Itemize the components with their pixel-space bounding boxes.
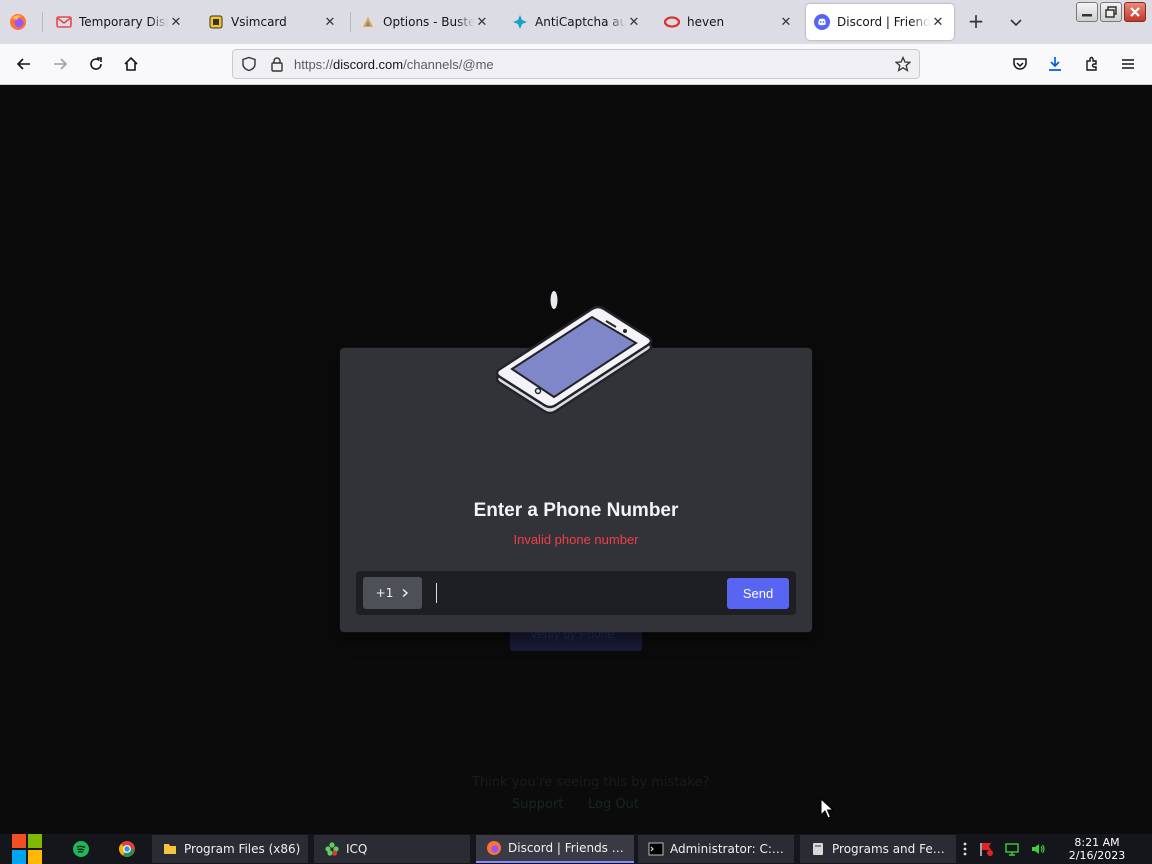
tab-bar: Temporary Disposable Email ✕ Vsimcard ✕ … [0, 0, 1152, 44]
phone-input-group: +1 Send [356, 571, 796, 615]
restore-icon[interactable] [1100, 2, 1122, 22]
windows-taskbar: Program Files (x86) ICQ Discord | Friend… [0, 834, 1152, 864]
flag-icon[interactable] [978, 841, 994, 857]
phone-illustration [495, 291, 653, 415]
tab-title: Temporary Disposable Email [79, 15, 168, 29]
tab-discord-friends[interactable]: Discord | Friends ✕ [806, 4, 954, 40]
taskbar-label: ICQ [346, 842, 368, 856]
phone-number-input[interactable] [436, 583, 437, 603]
mouse-pointer-icon [820, 798, 834, 819]
new-tab-icon[interactable]: + [964, 10, 988, 34]
discord-page: Verify by Phone Think you're seeing this… [0, 85, 1152, 834]
tab-close-icon[interactable]: ✕ [168, 15, 184, 30]
tab-close-icon[interactable]: ✕ [626, 15, 642, 30]
chevron-right-icon [402, 588, 409, 598]
heven-icon [664, 14, 680, 30]
system-tray [962, 834, 1046, 864]
shield-icon[interactable] [241, 56, 257, 72]
background-support-link: Support [512, 797, 564, 812]
pocket-icon[interactable] [1008, 52, 1032, 76]
icq-icon [325, 842, 339, 856]
tab-title: Discord | Friends [837, 15, 930, 29]
extensions-icon[interactable] [1080, 52, 1104, 76]
forward-icon[interactable] [48, 52, 72, 76]
tab-title: heven [687, 15, 725, 29]
tab-close-icon[interactable]: ✕ [474, 15, 490, 30]
programs-icon [813, 843, 823, 855]
modal-title: Enter a Phone Number [473, 500, 679, 521]
tab-separator [42, 12, 43, 32]
tab-options-buster[interactable]: Options - Buster ✕ [352, 4, 498, 40]
firefox-icon[interactable] [8, 12, 28, 32]
taskbar-item-cmd[interactable]: Administrator: C:\Windows\system32\cmd.e… [638, 835, 794, 863]
windows-start-icon[interactable] [10, 834, 44, 864]
folder-icon [164, 844, 176, 854]
close-window-icon[interactable] [1124, 2, 1146, 22]
anticaptcha-icon [512, 14, 528, 30]
firefox-icon [487, 841, 501, 855]
back-icon[interactable] [12, 52, 36, 76]
taskbar-label: Program Files (x86) [184, 842, 301, 856]
taskbar-label: Programs and Features [832, 842, 950, 856]
taskbar-item-firefox[interactable]: Discord | Friends — Mozilla Firefox [476, 835, 634, 863]
tab-title: Vsimcard [231, 15, 287, 29]
star-icon[interactable] [895, 56, 911, 72]
clock[interactable]: 8:21 AM 2/16/2023 [1064, 836, 1130, 862]
clock-time: 8:21 AM [1074, 836, 1120, 849]
buster-icon [360, 14, 376, 30]
discord-icon [814, 14, 830, 30]
tab-close-icon[interactable]: ✕ [778, 15, 794, 30]
tab-title: AntiCaptcha automatic [535, 15, 626, 29]
country-code-selector[interactable]: +1 [363, 577, 422, 609]
tab-anticaptcha[interactable]: AntiCaptcha automatic ✕ [504, 4, 650, 40]
url-scheme: https:// [294, 57, 334, 72]
mail-icon [56, 14, 72, 30]
country-code: +1 [375, 586, 394, 600]
taskbar-item-programs[interactable]: Programs and Features [800, 835, 956, 863]
tab-temporary-email[interactable]: Temporary Disposable Email ✕ [48, 4, 192, 40]
download-icon[interactable] [1043, 52, 1067, 76]
window-controls [1076, 2, 1146, 22]
more-vertical-icon[interactable] [962, 841, 968, 857]
taskbar-label: Administrator: C:\Windows\system32\cmd.e… [670, 842, 784, 856]
volume-icon[interactable] [1030, 841, 1046, 857]
minimize-icon[interactable] [1076, 2, 1098, 22]
url-text[interactable]: https://discord.com/channels/@me [294, 57, 494, 72]
spotify-icon[interactable] [72, 840, 90, 858]
url-bar[interactable]: https://discord.com/channels/@me [232, 49, 920, 79]
reload-icon[interactable] [84, 52, 108, 76]
navigation-bar: https://discord.com/channels/@me [0, 44, 1152, 85]
taskbar-label: Discord | Friends — Mozilla Firefox [508, 841, 630, 855]
tab-heven[interactable]: heven ✕ [656, 4, 802, 40]
url-host: discord.com [333, 57, 404, 72]
tab-vsimcard[interactable]: Vsimcard ✕ [200, 4, 346, 40]
background-footer-text: Think you're seeing this by mistake? [472, 775, 710, 790]
lock-icon[interactable] [269, 56, 285, 72]
tab-close-icon[interactable]: ✕ [322, 15, 338, 30]
clock-date: 2/16/2023 [1068, 849, 1126, 862]
menu-icon[interactable] [1116, 52, 1140, 76]
chrome-icon[interactable] [118, 840, 136, 858]
error-message: Invalid phone number [513, 532, 639, 547]
network-icon[interactable] [1004, 841, 1020, 857]
simcard-icon [208, 14, 224, 30]
url-path: /channels/@me [403, 57, 494, 72]
taskbar-item-explorer[interactable]: Program Files (x86) [152, 835, 308, 863]
taskbar-item-icq[interactable]: ICQ [314, 835, 470, 863]
cmd-icon [648, 842, 664, 856]
background-logout-link: Log Out [588, 797, 639, 812]
tab-title: Options - Buster [383, 15, 474, 29]
chevron-down-icon[interactable] [1006, 12, 1026, 32]
tab-separator [350, 12, 351, 32]
tab-close-icon[interactable]: ✕ [930, 15, 946, 30]
home-icon[interactable] [119, 52, 143, 76]
send-button[interactable]: Send [727, 578, 789, 609]
